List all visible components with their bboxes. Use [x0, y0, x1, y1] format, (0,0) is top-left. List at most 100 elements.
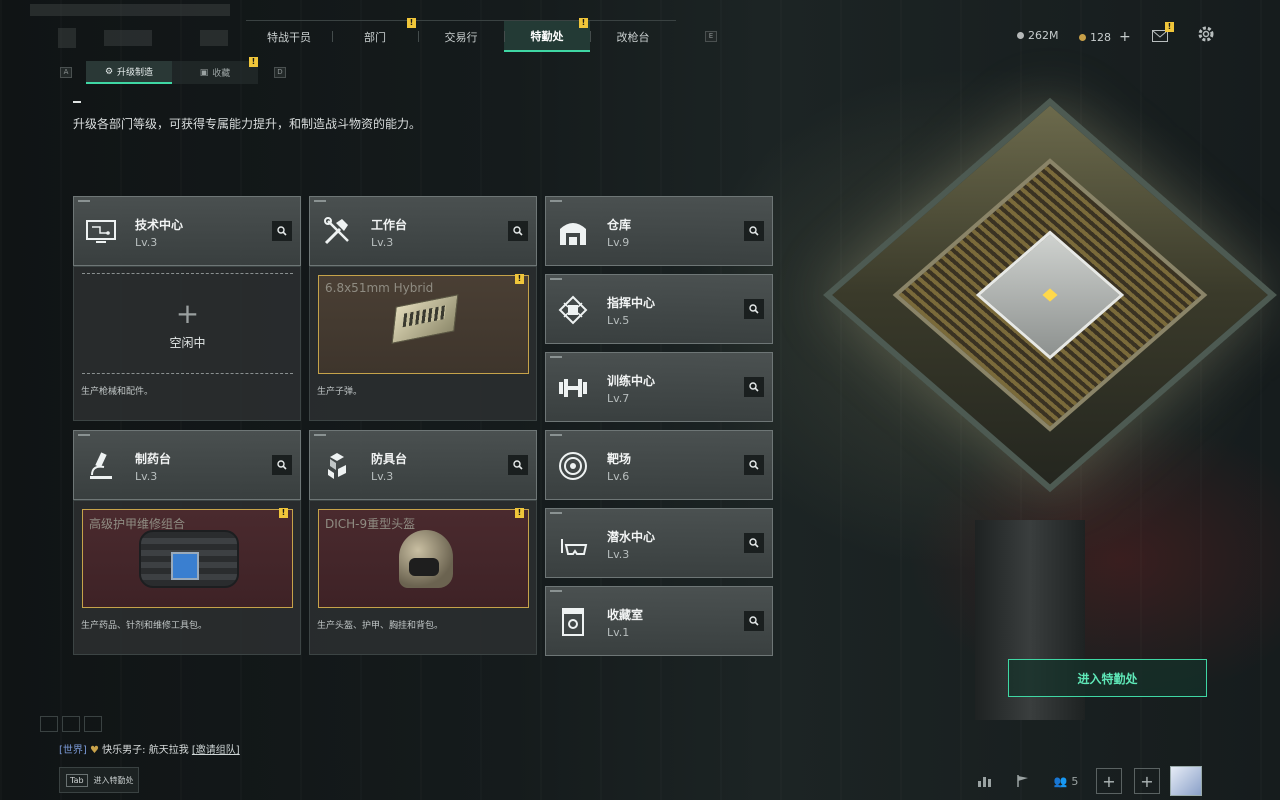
- facility-card-warehouse[interactable]: 仓库 Lv.9: [545, 196, 773, 266]
- tab-hint[interactable]: Tab 进入特勤处: [59, 767, 139, 793]
- card-tag: [78, 434, 90, 436]
- chat-user[interactable]: 快乐男子: [102, 745, 142, 756]
- coins-display[interactable]: 262M: [1017, 29, 1059, 42]
- card-tag: [550, 200, 562, 202]
- premium-display[interactable]: 128 +: [1079, 29, 1131, 45]
- facility-card-shooting-range[interactable]: 靶场 Lv.6: [545, 430, 773, 500]
- facility-card-workbench[interactable]: 工作台 Lv.3: [309, 196, 537, 266]
- facility-card-training-center[interactable]: 训练中心 Lv.7: [545, 352, 773, 422]
- blurred-name: [104, 30, 152, 46]
- production-description: 生产药品、针剂和维修工具包。: [81, 621, 208, 631]
- enter-special-ops-button[interactable]: 进入特勤处: [1008, 659, 1207, 697]
- facility-card-command-center[interactable]: 指挥中心 Lv.5: [545, 274, 773, 344]
- card-tag: [550, 434, 562, 436]
- stats-icon[interactable]: [966, 767, 1004, 795]
- production-slot-workbench[interactable]: 6.8x51mm Hybrid ! 生产子弹。: [309, 266, 537, 421]
- bottom-toolbar: 👥 5 + +: [966, 766, 1202, 796]
- production-slot-armor-bench[interactable]: DICH-9重型头盔 ! 生产头盔、护甲、胸挂和背包。: [309, 500, 537, 655]
- facility-level: Lv.3: [371, 236, 394, 249]
- product-item[interactable]: DICH-9重型头盔 !: [318, 508, 529, 608]
- subtab-collection[interactable]: ▣ 收藏: [172, 61, 258, 84]
- search-icon[interactable]: [744, 299, 764, 319]
- facility-level: Lv.5: [607, 314, 630, 327]
- friends-icon: 👥: [1053, 774, 1068, 788]
- friends-button[interactable]: 👥 5: [1042, 767, 1090, 795]
- add-slot-button[interactable]: +: [1134, 768, 1160, 794]
- microscope-icon: [84, 449, 118, 483]
- main-tabs: 特战干员 部门! 交易行 特勤处! 改枪台: [246, 18, 676, 52]
- facility-card-armor-bench[interactable]: 防具台 Lv.3: [309, 430, 537, 500]
- warning-badge: !: [515, 508, 524, 518]
- chat-tab[interactable]: [40, 716, 58, 732]
- premium-coin-icon: [1079, 33, 1086, 41]
- facility-card-diving-center[interactable]: 潜水中心 Lv.3: [545, 508, 773, 578]
- search-icon[interactable]: [744, 533, 764, 553]
- chat-tab[interactable]: [62, 716, 80, 732]
- production-slot-pharmacy[interactable]: 高级护甲维修组合 ! 生产药品、针剂和维修工具包。: [73, 500, 301, 655]
- cube-body: [823, 97, 1277, 493]
- chat-message[interactable]: [世界] ♥ 快乐男子: 航天拉我 [邀请组队]: [59, 741, 240, 756]
- product-name: DICH-9重型头盔: [325, 517, 416, 531]
- subtab-upgrade-craft[interactable]: ⚙ 升级制造 !: [86, 57, 258, 84]
- card-tag: [550, 590, 562, 592]
- mail-icon[interactable]: !: [1152, 22, 1174, 42]
- key-hint-d: D: [274, 67, 286, 78]
- card-tag: [78, 200, 90, 202]
- facility-level: Lv.6: [607, 470, 630, 483]
- repair-kit-image: [139, 530, 239, 588]
- helmet-image: [399, 530, 453, 588]
- facility-card-collection-room[interactable]: 收藏室 Lv.1: [545, 586, 773, 656]
- facility-name: 仓库: [607, 218, 632, 232]
- diving-mask-icon: [556, 527, 590, 561]
- tab-trade[interactable]: 交易行: [418, 21, 504, 52]
- warning-badge: !: [249, 57, 258, 67]
- facility-name: 技术中心: [135, 218, 184, 232]
- avatar[interactable]: [1170, 766, 1202, 796]
- facility-name: 靶场: [607, 452, 632, 466]
- facility-card-pharmacy[interactable]: 制药台 Lv.3: [73, 430, 301, 500]
- production-slot-tech-center[interactable]: + 空闲中 生产枪械和配件。: [73, 266, 301, 421]
- tab-special-ops[interactable]: 特勤处!: [504, 18, 590, 52]
- facility-name: 指挥中心: [607, 296, 656, 310]
- cube-light: [1042, 288, 1058, 302]
- warehouse-icon: [556, 215, 590, 249]
- idle-slot[interactable]: + 空闲中: [82, 273, 293, 374]
- sub-tabs: ⚙ 升级制造 ! ▣ 收藏: [86, 57, 258, 84]
- product-item[interactable]: 高级护甲维修组合 !: [82, 508, 293, 608]
- coin-icon: [1017, 32, 1024, 39]
- chat-text: 航天拉我: [148, 745, 189, 756]
- add-premium-icon[interactable]: +: [1119, 29, 1131, 45]
- flag-icon[interactable]: [1004, 767, 1042, 795]
- search-icon[interactable]: [744, 611, 764, 631]
- search-icon[interactable]: [744, 377, 764, 397]
- wrench-icon: ⚙: [104, 66, 114, 77]
- tab-departments[interactable]: 部门!: [332, 18, 418, 52]
- search-icon[interactable]: [272, 455, 292, 475]
- tab-operators[interactable]: 特战干员: [246, 21, 332, 52]
- facility-name: 制药台: [135, 452, 172, 466]
- search-icon[interactable]: [272, 221, 292, 241]
- search-icon[interactable]: [508, 221, 528, 241]
- facility-level: Lv.9: [607, 236, 630, 249]
- facility-name: 工作台: [371, 218, 408, 232]
- ammo-box-image: [391, 294, 459, 344]
- facility-level: Lv.3: [607, 548, 630, 561]
- search-icon[interactable]: [744, 455, 764, 475]
- tab-gunsmith[interactable]: 改枪台: [590, 21, 676, 52]
- invite-link[interactable]: [邀请组队]: [192, 745, 240, 756]
- add-slot-button[interactable]: +: [1096, 768, 1122, 794]
- subtab-label: 收藏: [212, 69, 231, 79]
- search-icon[interactable]: [744, 221, 764, 241]
- card-tag: [314, 434, 326, 436]
- facility-level: Lv.3: [135, 470, 158, 483]
- coins-value: 262M: [1028, 29, 1059, 42]
- product-item[interactable]: 6.8x51mm Hybrid !: [318, 274, 529, 374]
- gear-icon[interactable]: [1197, 25, 1215, 43]
- facility-level: Lv.3: [135, 236, 158, 249]
- facility-name: 潜水中心: [607, 530, 656, 544]
- facility-name: 训练中心: [607, 374, 656, 388]
- cube-artwork: [823, 95, 1277, 525]
- search-icon[interactable]: [508, 455, 528, 475]
- facility-card-tech-center[interactable]: 技术中心 Lv.3: [73, 196, 301, 266]
- chat-tab[interactable]: [84, 716, 102, 732]
